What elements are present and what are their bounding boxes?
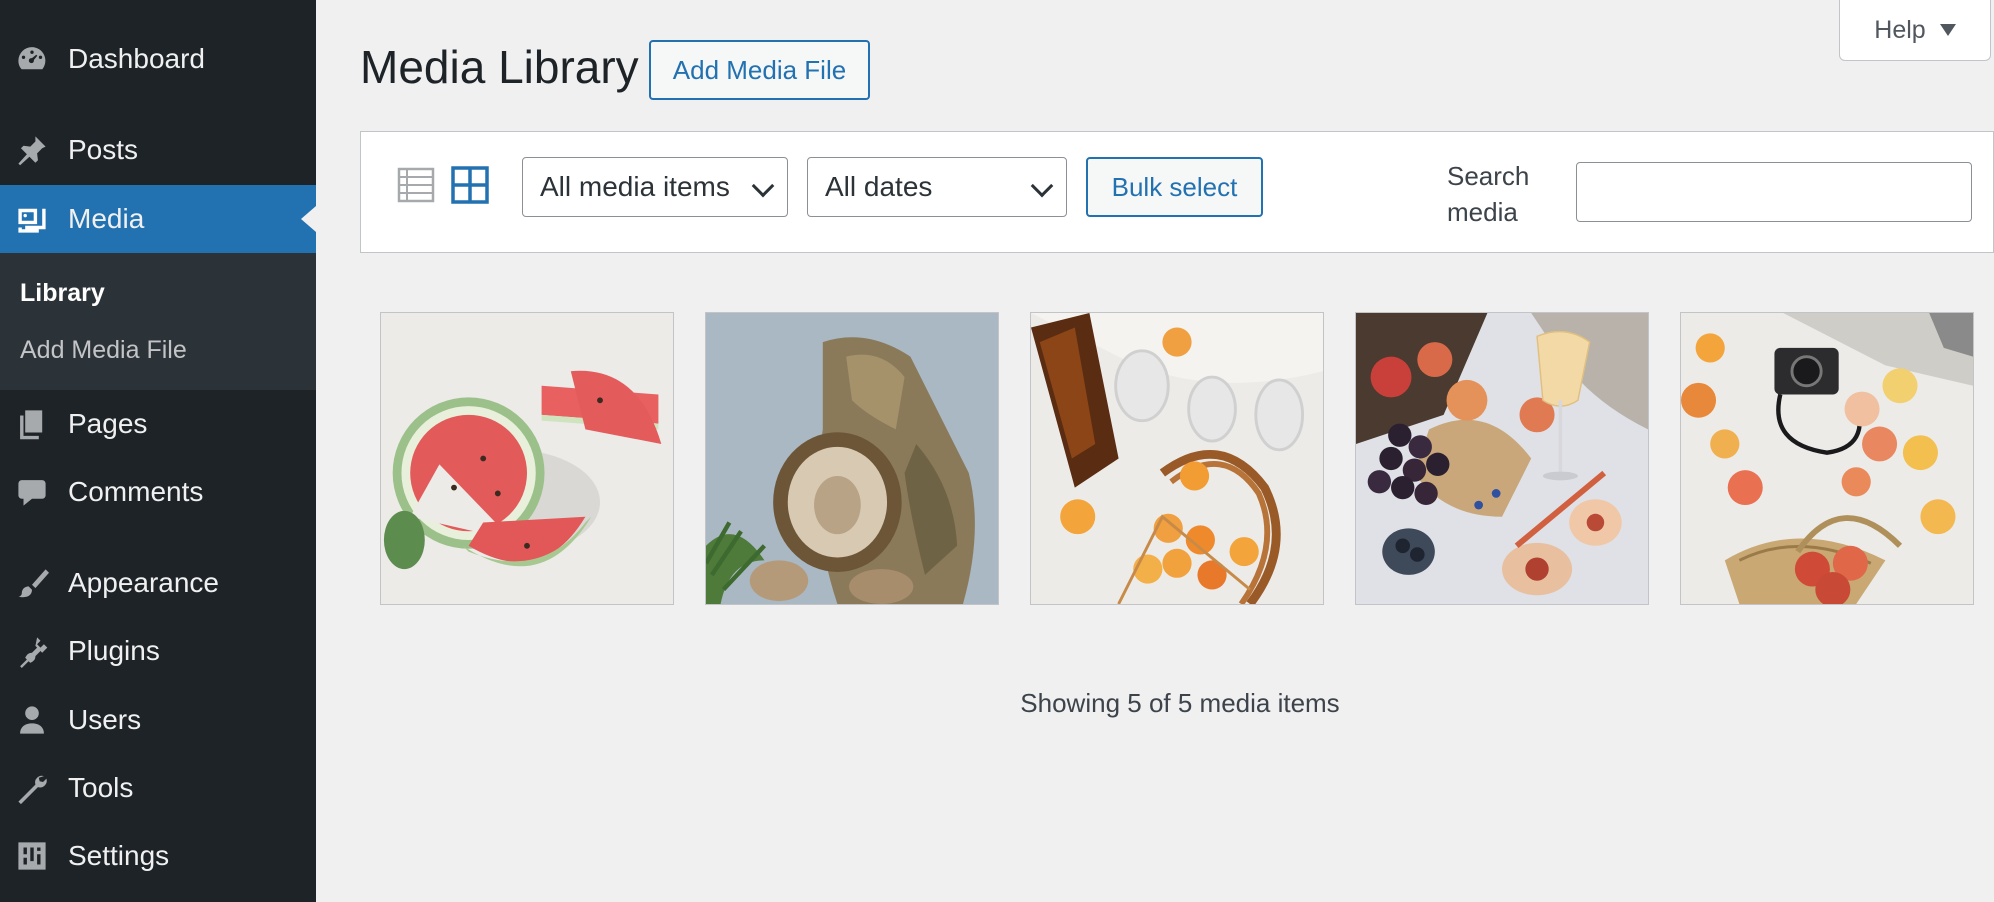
sidebar-item-tools[interactable]: Tools — [0, 754, 316, 822]
add-media-file-button[interactable]: Add Media File — [649, 40, 870, 100]
media-item-watermelon[interactable] — [380, 312, 674, 605]
plugin-icon — [14, 633, 50, 669]
sidebar-item-label: Settings — [68, 840, 170, 871]
sidebar-item-label: Pages — [68, 408, 148, 439]
pages-icon — [14, 406, 50, 442]
pushpin-icon — [14, 132, 50, 168]
user-icon — [14, 702, 50, 738]
caret-down-icon — [1939, 24, 1956, 36]
page-title: Media Library — [360, 41, 639, 93]
date-filter[interactable]: All dates — [807, 157, 1067, 217]
list-view-button[interactable] — [396, 165, 436, 205]
peaches-picnic-thumbnail — [1031, 313, 1323, 604]
chevron-down-icon — [1030, 174, 1054, 198]
sidebar-item-label: Media — [68, 203, 145, 234]
settings-sliders-icon — [14, 838, 50, 874]
media-item-fruit-wine[interactable] — [1355, 312, 1649, 605]
grid-view-button[interactable] — [450, 165, 490, 205]
media-type-filter[interactable]: All media items — [522, 157, 788, 217]
date-filter-value: All dates — [825, 171, 933, 202]
comment-icon — [14, 474, 50, 510]
sidebar-item-users[interactable]: Users — [0, 686, 316, 754]
grid-view-icon — [451, 166, 489, 204]
bulk-select-button[interactable]: Bulk select — [1086, 157, 1263, 217]
media-item-mushroom[interactable] — [705, 312, 999, 605]
sidebar-item-label: Appearance — [68, 567, 220, 598]
sidebar-item-label: Tools — [68, 772, 134, 803]
media-item-peaches-picnic[interactable] — [1030, 312, 1324, 605]
media-item-camera-peaches[interactable] — [1680, 312, 1974, 605]
sidebar-item-label: Plugins — [68, 635, 160, 666]
wrench-icon — [14, 770, 50, 806]
sidebar-item-pages[interactable]: Pages — [0, 390, 316, 458]
search-media-label: Search media — [1447, 161, 1530, 227]
submenu-item-library[interactable]: Library — [20, 279, 105, 308]
dashboard-icon — [14, 41, 50, 77]
media-count-status: Showing 5 of 5 media items — [1020, 688, 1340, 718]
media-toolbar: All media items All dates Bulk select Se… — [360, 131, 1994, 253]
help-label: Help — [1874, 15, 1926, 44]
media-submenu: Library Add Media File — [0, 253, 316, 390]
paintbrush-icon — [14, 565, 50, 601]
sidebar-item-dashboard[interactable]: Dashboard — [0, 25, 316, 93]
sidebar-item-plugins[interactable]: Plugins — [0, 617, 316, 685]
sidebar-item-posts[interactable]: Posts — [0, 116, 316, 184]
help-tab-button[interactable]: Help — [1839, 0, 1991, 61]
search-media-input[interactable] — [1576, 162, 1972, 222]
media-icon — [14, 201, 50, 237]
admin-sidebar: Dashboard Posts Media Library Add Media … — [0, 0, 316, 902]
sidebar-item-comments[interactable]: Comments — [0, 458, 316, 526]
mushroom-thumbnail — [706, 313, 998, 604]
submenu-item-add-media-file[interactable]: Add Media File — [20, 336, 187, 365]
list-view-icon — [397, 167, 435, 203]
camera-peaches-thumbnail — [1681, 313, 1973, 604]
fruit-wine-thumbnail — [1356, 313, 1648, 604]
sidebar-item-media[interactable]: Media — [0, 185, 316, 253]
media-type-filter-value: All media items — [540, 171, 730, 202]
watermelon-thumbnail — [381, 313, 673, 604]
sidebar-item-label: Posts — [68, 134, 139, 165]
sidebar-item-label: Dashboard — [68, 43, 205, 74]
sidebar-item-label: Users — [68, 704, 142, 735]
chevron-down-icon — [751, 174, 775, 198]
sidebar-item-appearance[interactable]: Appearance — [0, 549, 316, 617]
sidebar-item-settings[interactable]: Settings — [0, 822, 316, 890]
sidebar-item-label: Comments — [68, 476, 204, 507]
